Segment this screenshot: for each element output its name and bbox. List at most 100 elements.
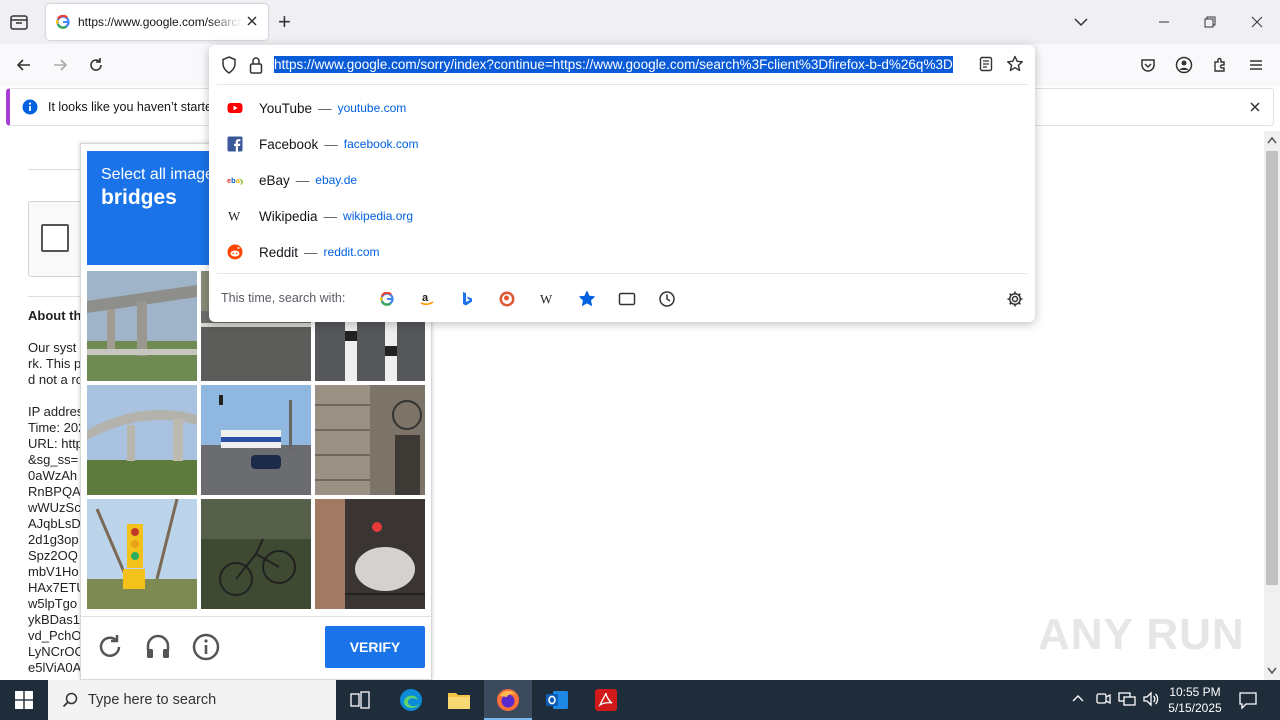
restore-button[interactable] <box>1187 0 1233 44</box>
suggestion-reddit[interactable]: Reddit — reddit.com <box>209 234 1035 270</box>
page-body-text: Our syst rk. This pd not a ro IP addres Tim… <box>28 340 86 676</box>
network-icon[interactable] <box>1118 691 1136 707</box>
page-text-line: Our syst <box>28 340 77 355</box>
tab-strip: https://www.google.com/search?client=fir… <box>0 0 1280 44</box>
suggestion-separator: — <box>318 100 332 116</box>
new-tab-button[interactable]: + <box>278 11 291 33</box>
taskbar-search-box[interactable]: Type here to search <box>48 680 336 720</box>
ebay-icon: ebay <box>227 172 243 188</box>
captcha-tile[interactable] <box>87 385 197 495</box>
audio-challenge-icon[interactable] <box>143 632 173 662</box>
list-all-tabs-icon[interactable] <box>1058 0 1104 44</box>
svg-text:W: W <box>540 292 553 307</box>
bing-engine-icon[interactable] <box>455 287 479 311</box>
suggestion-name: Wikipedia <box>259 208 318 224</box>
divider <box>28 296 88 297</box>
notifications-icon[interactable] <box>1238 690 1258 710</box>
reader-view-icon[interactable] <box>979 56 993 72</box>
tab-list-icon[interactable] <box>8 12 30 32</box>
captcha-tile[interactable] <box>201 499 311 609</box>
bookmark-star-icon[interactable] <box>1006 55 1024 73</box>
page-text-line: vd_PchO <box>28 628 82 643</box>
tabs-search-icon[interactable] <box>615 287 639 311</box>
notification-text: It looks like you haven’t started <box>48 100 219 114</box>
captcha-tile[interactable] <box>87 499 197 609</box>
suggestion-name: Facebook <box>259 136 319 152</box>
task-view-icon[interactable] <box>336 680 384 720</box>
anyrun-watermark: ANY RUN <box>1038 610 1245 659</box>
firefox-icon[interactable] <box>484 680 532 720</box>
url-input[interactable]: https://www.google.com/sorry/index?conti… <box>274 55 973 75</box>
suggestion-url: facebook.com <box>343 137 419 151</box>
outlook-icon[interactable] <box>533 680 581 720</box>
pocket-icon[interactable] <box>1133 50 1163 80</box>
scrollbar-thumb[interactable] <box>1266 151 1278 585</box>
captcha-tile[interactable] <box>315 499 425 609</box>
suggestion-name: YouTube <box>259 100 313 116</box>
lock-icon[interactable] <box>249 56 263 74</box>
volume-icon[interactable] <box>1142 691 1160 707</box>
show-hidden-icons-chevron-icon[interactable] <box>1071 692 1085 706</box>
captcha-tile[interactable] <box>315 385 425 495</box>
windows-taskbar: Type here to search 10:55 PM 5/15/2025 <box>0 680 1280 720</box>
duckduckgo-engine-icon[interactable] <box>495 287 519 311</box>
file-explorer-icon[interactable] <box>435 680 483 720</box>
google-favicon-icon <box>56 15 70 29</box>
close-tab-icon[interactable] <box>246 15 258 27</box>
app-menu-icon[interactable] <box>1241 50 1271 80</box>
suggestion-ebay[interactable]: ebay eBay — ebay.de <box>209 162 1035 198</box>
amazon-engine-icon[interactable]: a <box>415 287 439 311</box>
search-icon <box>62 692 78 708</box>
page-text-line <box>28 388 86 404</box>
back-button[interactable] <box>9 50 39 80</box>
info-challenge-icon[interactable] <box>191 632 221 662</box>
history-search-icon[interactable] <box>655 287 679 311</box>
tracking-protection-shield-icon[interactable] <box>221 56 237 74</box>
forward-button[interactable] <box>45 50 75 80</box>
google-engine-icon[interactable] <box>375 287 399 311</box>
suggestion-wikipedia[interactable]: W Wikipedia — wikipedia.org <box>209 198 1035 234</box>
tab-google-search[interactable]: https://www.google.com/search?client=fir… <box>46 4 268 40</box>
recaptcha-checkbox[interactable] <box>41 224 69 252</box>
suggestion-separator: — <box>323 208 338 224</box>
suggestion-facebook[interactable]: Facebook — facebook.com <box>209 126 1035 162</box>
page-text-line: &sg_ss= <box>28 452 79 467</box>
captcha-tile[interactable] <box>201 385 311 495</box>
url-text: https://www.google.com/sorry/index?conti… <box>274 56 953 73</box>
page-text-line: mbV1Ho <box>28 564 79 579</box>
account-icon[interactable] <box>1169 50 1199 80</box>
extensions-icon[interactable] <box>1205 50 1235 80</box>
svg-text:a: a <box>422 292 429 304</box>
meet-now-icon[interactable] <box>1095 691 1111 707</box>
tab-title: https://www.google.com/search?client=fir… <box>78 15 242 29</box>
divider <box>217 84 1027 85</box>
page-text-line: AJqbLsD <box>28 516 81 531</box>
suggestion-name: eBay <box>259 172 290 188</box>
taskbar-search-placeholder: Type here to search <box>88 692 217 708</box>
clock-date: 5/15/2025 <box>1168 701 1222 715</box>
captcha-tile[interactable] <box>87 271 197 381</box>
suggestion-url: ebay.de <box>315 173 358 187</box>
close-window-button[interactable] <box>1234 0 1280 44</box>
edge-icon[interactable] <box>387 680 435 720</box>
page-text-line: 0aWzAh <box>28 468 78 483</box>
close-notification-icon[interactable] <box>1249 101 1261 113</box>
verify-button[interactable]: VERIFY <box>325 626 425 668</box>
page-text-line: w5lpTgo <box>28 596 78 611</box>
reload-challenge-icon[interactable] <box>95 632 125 662</box>
suggestion-name: Reddit <box>259 244 299 260</box>
acrobat-icon[interactable] <box>582 680 630 720</box>
suggestion-url: wikipedia.org <box>343 209 414 223</box>
suggestion-separator: — <box>324 136 338 152</box>
wikipedia-engine-icon[interactable]: W <box>535 287 559 311</box>
page-text-line: ykBDas1 <box>28 612 81 627</box>
taskbar-clock[interactable]: 10:55 PM 5/15/2025 <box>1160 684 1230 716</box>
suggestion-youtube[interactable]: YouTube — youtube.com <box>209 90 1035 126</box>
reload-button[interactable] <box>81 50 111 80</box>
page-text-line: URL: http <box>28 436 83 451</box>
search-settings-gear-icon[interactable] <box>1003 287 1027 311</box>
minimize-button[interactable] <box>1141 0 1187 44</box>
start-button-windows-icon[interactable] <box>0 680 48 720</box>
bookmarks-search-icon[interactable] <box>575 287 599 311</box>
info-icon <box>22 99 38 115</box>
